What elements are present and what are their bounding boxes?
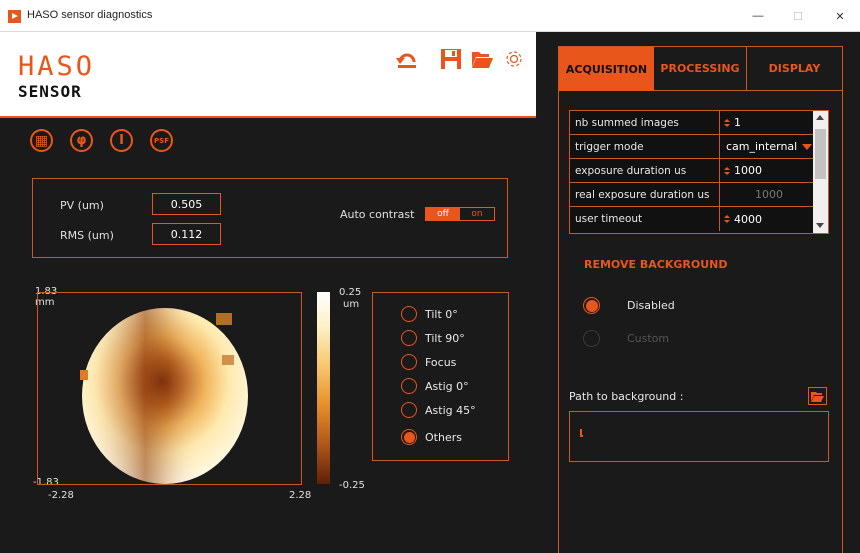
x-axis-max-label: 2.28 — [289, 490, 312, 501]
param-row: real exposure duration us 1000 — [570, 183, 814, 207]
browse-folder-button[interactable] — [808, 387, 827, 405]
param-value: cam_internal — [726, 140, 798, 153]
param-value: 1000 — [734, 164, 762, 177]
bg-option-custom[interactable]: Custom — [583, 330, 669, 347]
scroll-up-icon[interactable] — [816, 115, 824, 120]
param-name: nb summed images — [570, 111, 720, 134]
maximize-button[interactable]: ☐ — [778, 0, 818, 32]
radio-button[interactable] — [401, 354, 417, 370]
radio-button[interactable] — [583, 330, 600, 347]
acquisition-params-table: nb summed images 1 trigger mode cam_inte… — [569, 110, 829, 234]
intensity-icon: I — [119, 133, 124, 148]
background-path-field[interactable] — [569, 411, 829, 462]
colorbar-max-label: 0.25 — [339, 287, 362, 298]
grid-view-button[interactable]: ▦ — [30, 129, 53, 152]
toggle-on-option[interactable]: on — [460, 208, 494, 220]
phi-icon: φ — [76, 133, 87, 148]
radio-button[interactable] — [401, 402, 417, 418]
param-row: trigger mode cam_internal — [570, 135, 814, 159]
pv-label: PV (um) — [60, 199, 104, 212]
bg-option-label: Disabled — [627, 299, 675, 312]
mode-label: Tilt 0° — [425, 307, 458, 321]
param-value: 4000 — [734, 212, 762, 226]
path-to-background-label: Path to background : — [569, 390, 684, 403]
auto-contrast-toggle[interactable]: off on — [425, 207, 495, 221]
mode-label: Others — [425, 430, 462, 444]
zernike-modes-panel: Tilt 0° Tilt 90° Focus Astig 0° Astig 45… — [372, 292, 509, 461]
tab-display[interactable]: DISPLAY — [746, 47, 842, 91]
cursor-icon — [580, 429, 583, 437]
settings-gear-icon[interactable] — [503, 48, 525, 70]
auto-contrast-label: Auto contrast — [340, 208, 415, 221]
mode-label: Astig 45° — [425, 403, 476, 417]
remove-background-title: REMOVE BACKGROUND — [584, 258, 728, 271]
toggle-off-option[interactable]: off — [426, 208, 460, 220]
mode-astig-0[interactable]: Astig 0° — [401, 378, 469, 394]
save-icon[interactable] — [440, 48, 462, 70]
param-name: trigger mode — [570, 135, 720, 158]
param-row: user timeout 4000 — [570, 207, 814, 231]
param-name: real exposure duration us — [570, 183, 720, 206]
scroll-down-icon[interactable] — [816, 223, 824, 228]
radio-button[interactable] — [401, 378, 417, 394]
close-button[interactable]: ✕ — [820, 0, 860, 32]
psf-icon: PSF — [154, 136, 169, 145]
mode-label: Astig 0° — [425, 379, 469, 393]
colorbar-min-label: -0.25 — [339, 480, 365, 491]
colorbar — [317, 292, 330, 484]
psf-view-button[interactable]: PSF — [150, 129, 173, 152]
real-exposure-duration-value: 1000 — [755, 188, 783, 201]
radio-button[interactable] — [401, 306, 417, 322]
trigger-mode-dropdown[interactable]: cam_internal — [720, 135, 814, 158]
radio-button-selected[interactable] — [401, 429, 417, 445]
user-timeout-spinbox[interactable]: 4000 — [720, 207, 814, 231]
wavefront-plot-frame — [37, 292, 302, 485]
x-axis-min-label: -2.28 — [48, 490, 74, 501]
tab-processing[interactable]: PROCESSING — [654, 47, 746, 91]
param-value: 1 — [734, 116, 741, 129]
mode-label: Focus — [425, 355, 457, 369]
wavefront-map — [80, 308, 248, 484]
param-name: user timeout — [570, 207, 720, 231]
rms-label: RMS (um) — [60, 229, 114, 242]
param-row: exposure duration us 1000 — [570, 159, 814, 183]
intensity-view-button[interactable]: I — [110, 129, 133, 152]
mode-focus[interactable]: Focus — [401, 354, 456, 370]
spinner-arrows-icon[interactable] — [724, 166, 730, 176]
colorbar-unit-label: um — [343, 299, 360, 310]
radio-button-selected[interactable] — [583, 297, 600, 314]
brand-title: HASO — [18, 51, 96, 82]
mode-tilt-0[interactable]: Tilt 0° — [401, 306, 458, 322]
tab-acquisition[interactable]: ACQUISITION — [559, 47, 654, 91]
spinner-arrows-icon[interactable] — [724, 214, 730, 224]
spinner-arrows-icon[interactable] — [724, 118, 730, 128]
params-scrollbar[interactable] — [813, 111, 828, 233]
grid-icon: ▦ — [34, 132, 49, 149]
param-name: exposure duration us — [570, 159, 720, 182]
minimize-button[interactable]: — — [738, 0, 778, 32]
mode-astig-45[interactable]: Astig 45° — [401, 402, 476, 418]
open-folder-icon[interactable] — [471, 48, 493, 70]
scrollbar-thumb[interactable] — [815, 129, 826, 179]
mode-others[interactable]: Others — [401, 429, 462, 445]
radio-button[interactable] — [401, 330, 417, 346]
bg-option-disabled[interactable]: Disabled — [583, 297, 675, 314]
folder-icon — [811, 391, 824, 402]
app-icon — [8, 10, 21, 23]
dropdown-arrow-icon[interactable] — [802, 143, 813, 150]
exposure-duration-spinbox[interactable]: 1000 — [720, 159, 814, 182]
mode-label: Tilt 90° — [425, 331, 465, 345]
nb-summed-images-spinbox[interactable]: 1 — [720, 111, 814, 134]
pv-value: 0.505 — [152, 193, 221, 215]
rms-value: 0.112 — [152, 223, 221, 245]
mode-tilt-90[interactable]: Tilt 90° — [401, 330, 465, 346]
window-title: HASO sensor diagnostics — [27, 9, 153, 21]
brand-subtitle: SENSOR — [18, 82, 82, 101]
param-row: nb summed images 1 — [570, 111, 814, 135]
undo-icon[interactable] — [396, 48, 418, 70]
phase-view-button[interactable]: φ — [70, 129, 93, 152]
bg-option-label: Custom — [627, 332, 670, 345]
